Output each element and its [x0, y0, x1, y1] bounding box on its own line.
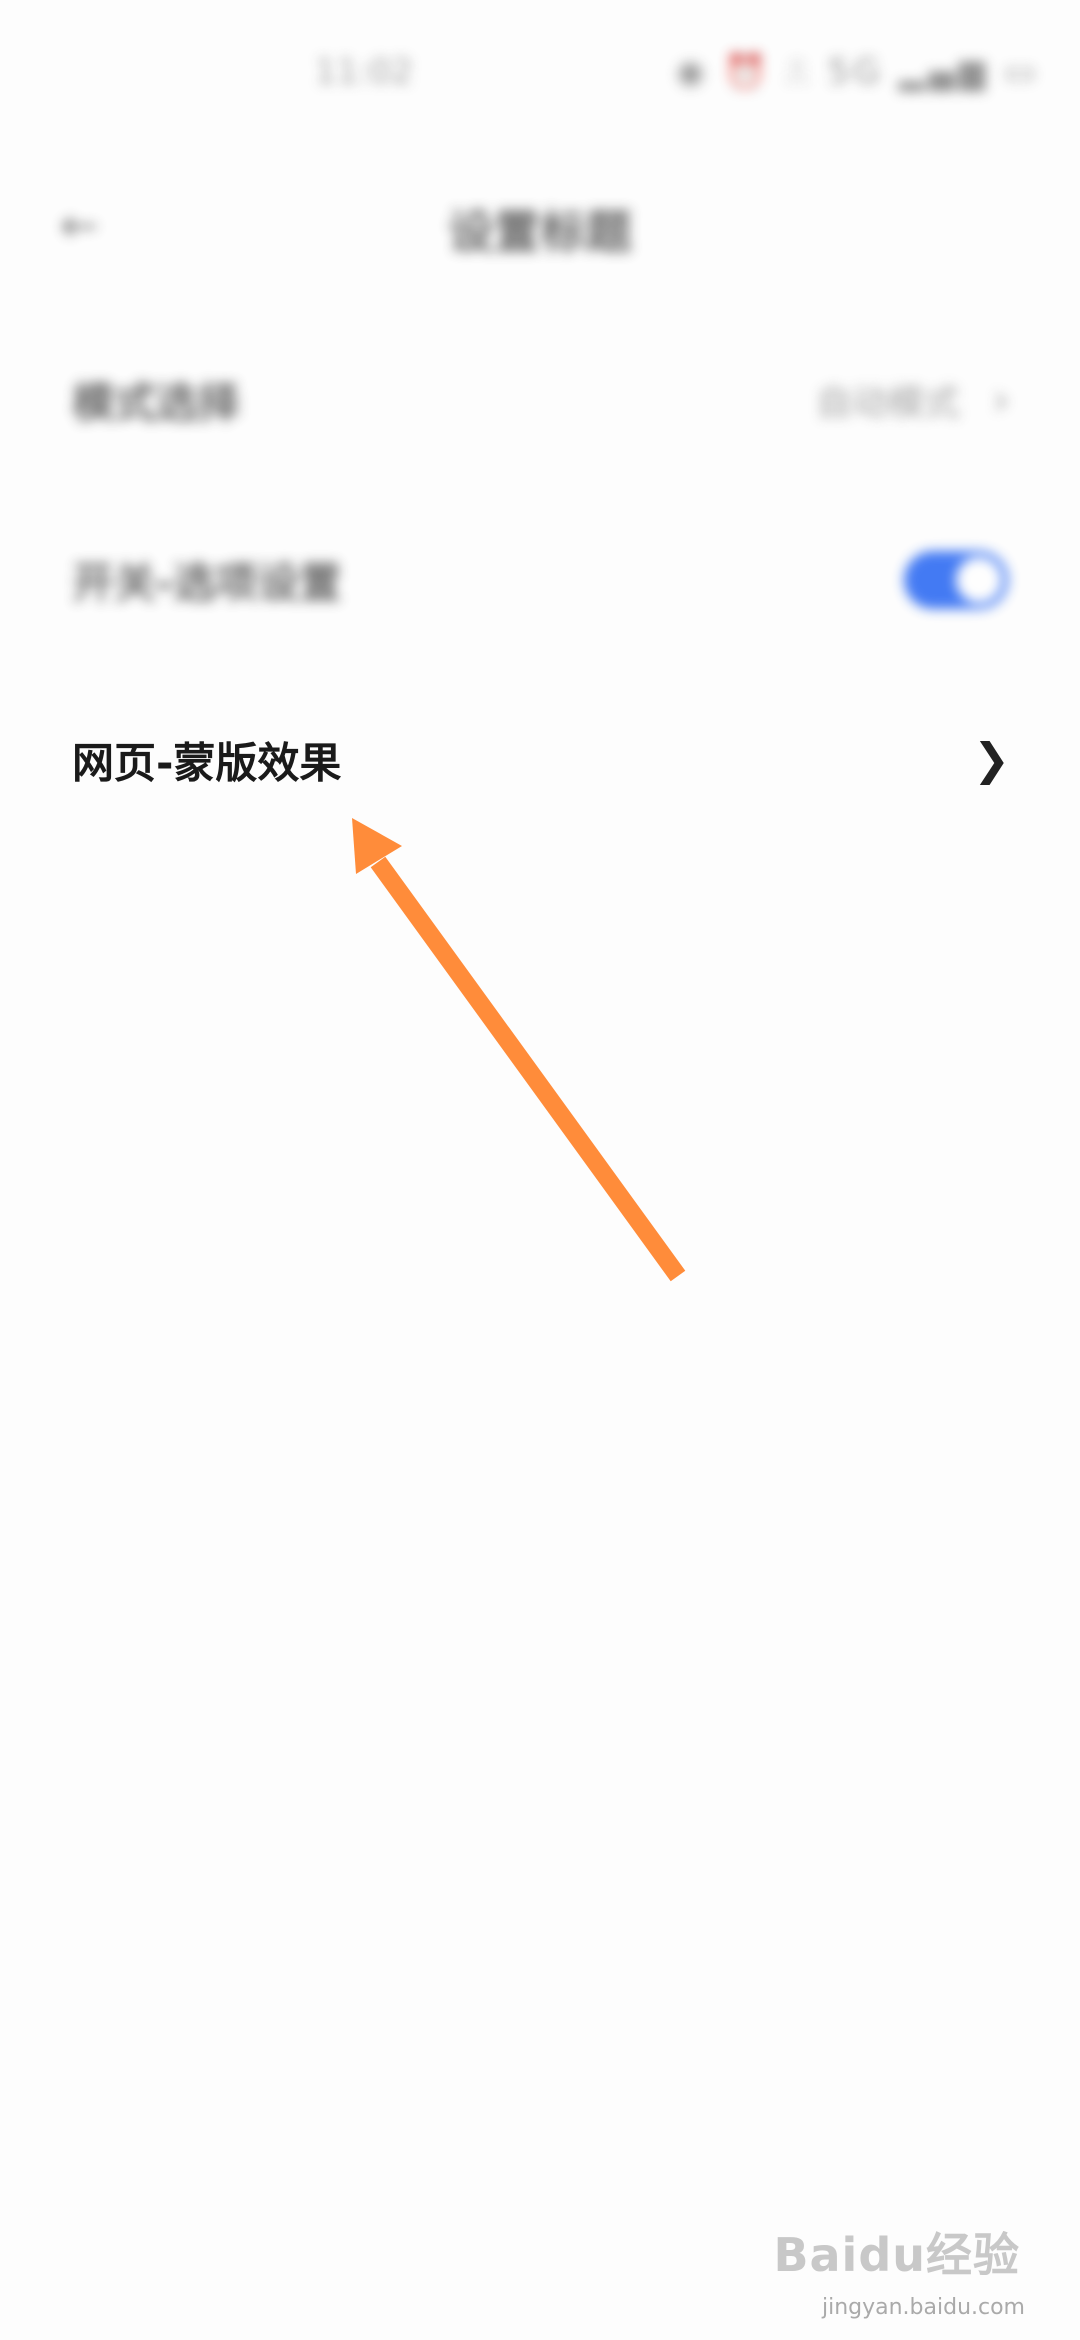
settings-row-mode[interactable]: 模式选择 自动模式 ›	[0, 325, 1080, 475]
header: ← 设置标题	[0, 160, 1080, 280]
status-bar: 11:02 ◉ ⏰ ⎍ 5G ▂▄▆ ▭	[0, 0, 1080, 150]
status-time: 11:02	[315, 52, 413, 92]
settings-row-label: 模式选择	[72, 378, 241, 428]
chevron-right-icon: ›	[992, 374, 1010, 426]
settings-row-label: 开关-选项设置	[72, 558, 342, 608]
chevron-right-icon: ❯	[973, 734, 1010, 786]
settings-row-value: 自动模式	[815, 383, 960, 424]
toggle-switch[interactable]	[904, 551, 1008, 609]
settings-row-label: 网页-蒙版效果	[72, 738, 342, 788]
settings-row-web-mask-effect[interactable]: 网页-蒙版效果 ❯	[0, 685, 1080, 835]
watermark-logo: Baidu经验	[773, 2228, 1020, 2282]
status-icons: ◉ ⏰ ⎍ 5G ▂▄▆ ▭	[675, 52, 1040, 92]
watermark-url: jingyan.baidu.com	[821, 2295, 1025, 2320]
page-title: 设置标题	[448, 205, 632, 259]
toggle-knob	[956, 557, 1002, 603]
settings-row-toggle: 开关-选项设置	[0, 505, 1080, 655]
